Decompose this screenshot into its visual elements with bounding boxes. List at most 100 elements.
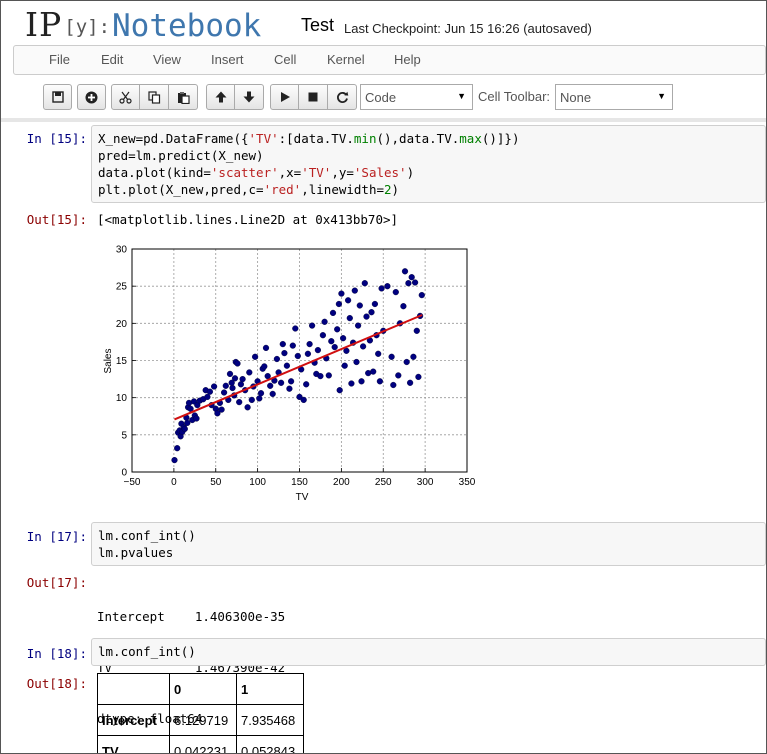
scatter-point [338,290,345,297]
scatter-point [407,379,414,386]
scatter-point [226,370,234,378]
scatter-point [370,368,377,375]
x-tick-label: 350 [459,477,476,488]
y-tick-label: 15 [116,356,128,367]
scatter-point [334,326,341,333]
header-divider [1,118,766,122]
scatter-point [355,322,362,329]
scatter-point [341,362,348,369]
cell-15-out-prompt: Out[15]: [26,212,87,227]
save-group [43,84,72,110]
scatter-point [292,325,299,332]
menu-help[interactable]: Help [394,52,421,67]
regression-line [174,314,423,421]
copy-icon [147,90,160,104]
menu-cell[interactable]: Cell [274,52,296,67]
scatter-point [371,300,379,308]
scatter-point [329,309,337,317]
scatter-point [418,291,425,299]
code-line: plt.plot(X_new,pred,c='red',linewidth=2) [98,182,400,197]
save-button[interactable] [43,84,72,110]
scatter-point [171,457,178,464]
run-button[interactable] [270,84,299,110]
code-line: lm.conf_int() [98,644,196,659]
scatter-point [375,350,382,357]
menu-file[interactable]: File [49,52,70,67]
interrupt-button[interactable] [299,84,328,110]
cell-toolbar-label: Cell Toolbar: [478,89,551,104]
scatter-point [204,393,211,401]
caret-down-icon: ▼ [657,91,666,101]
y-tick-label: 20 [116,319,128,330]
scatter-point [405,280,412,287]
menu-edit[interactable]: Edit [101,52,123,67]
scatter-point [257,390,265,397]
insert-cell-button[interactable] [77,84,106,110]
x-tick-label: 150 [291,477,308,488]
scatter-point [331,343,338,351]
save-icon [51,91,64,103]
cell-15-output: [<matplotlib.lines.Line2D at 0x413bb70>] [97,212,399,227]
scatter-point [181,425,188,433]
dataframe-table: 0 1 Intercept 6.129719 7.935468 TV 0.042… [97,673,304,753]
scatter-point [220,389,228,396]
scatter-point [351,287,358,294]
x-axis-label: TV [296,492,309,503]
scatter-point [363,313,370,320]
paste-button[interactable] [169,84,198,110]
cell-15-in-prompt: In [15]: [26,131,87,146]
scatter-point [368,309,375,316]
cut-button[interactable] [111,84,140,110]
scatter-point [289,342,296,349]
scatter-point [278,379,285,386]
scatter-point [401,268,409,275]
code-line: data.plot(kind='scatter',x='TV',y='Sales… [98,165,415,180]
cell-17-in-prompt: In [17]: [26,529,87,544]
menu-insert[interactable]: Insert [211,52,244,67]
scatter-point [348,380,355,387]
scatter-point [281,349,288,357]
scatter-point [218,406,225,413]
menu-view[interactable]: View [153,52,181,67]
cell-18-in-prompt: In [18]: [26,646,87,661]
scatter-point [353,358,360,366]
arrow-up-icon [215,91,226,103]
table-header-row: 0 1 [97,673,304,705]
cell-18-input[interactable]: lm.conf_int() [91,638,766,666]
scatter-point [395,372,402,379]
checkpoint-status: Last Checkpoint: Jun 15 16:26 (autosaved… [344,21,592,36]
scatter-point [244,404,251,411]
scatter-point [239,376,246,383]
move-up-button[interactable] [206,84,235,110]
notebook-name[interactable]: Test [301,15,334,36]
scatter-point [340,335,347,342]
move-group [206,84,264,110]
scatter-point [246,369,253,376]
copy-button[interactable] [140,84,169,110]
scatter-point [378,285,385,292]
menu-kernel[interactable]: Kernel [327,52,365,67]
scatter-point [321,318,328,325]
scatter-point [193,415,200,422]
y-tick-label: 10 [116,393,128,404]
scissors-icon [119,91,132,104]
ipython-logo[interactable]: IP [y]: Notebook [25,5,261,45]
restart-button[interactable] [328,84,357,110]
scatter-point [300,396,307,404]
scatter-point [336,387,343,394]
cell-toolbar-select[interactable]: None ▼ [555,84,673,110]
cell-17-input[interactable]: lm.conf_int() lm.pvalues [91,522,766,566]
move-down-button[interactable] [235,84,264,110]
y-axis-label: Sales [103,348,114,373]
row-index-cell: Intercept [97,704,170,736]
table-cell: 0.052843 [236,735,304,753]
scatter-point [413,327,420,334]
code-line: X_new=pd.DataFrame({'TV':[data.TV.min(),… [98,131,520,146]
cell-type-select[interactable]: Code ▼ [360,84,473,110]
cell-15-input[interactable]: X_new=pd.DataFrame({'TV':[data.TV.min(),… [91,125,766,203]
scatter-point [415,373,422,381]
play-icon [280,92,290,102]
scatter-point [252,353,259,360]
table-cell: 6.129719 [169,704,237,736]
table-header-cell: 0 [169,673,237,705]
